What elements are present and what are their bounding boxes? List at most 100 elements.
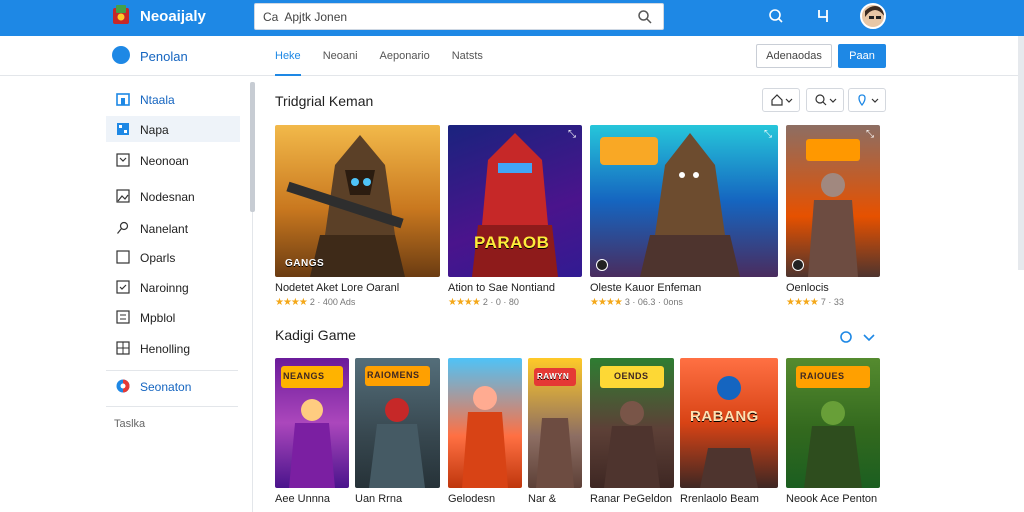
expand-icon[interactable]: ⤡ <box>866 129 874 140</box>
square-icon <box>116 250 130 264</box>
search-input[interactable] <box>263 9 623 25</box>
game-art-image <box>600 133 740 277</box>
rating-stars: ★★★★ 2 · 400 Ads <box>275 297 356 308</box>
primary-button[interactable]: Paan <box>838 44 886 68</box>
tab-aeponario[interactable]: Aeponario <box>380 36 430 76</box>
avatar[interactable] <box>860 3 886 29</box>
game-card[interactable]: RAIOUES <box>786 358 880 488</box>
rating-stars: ★★★★ 7 · 33 <box>786 297 844 308</box>
card-meta: 2 · 0 · 80 <box>482 297 519 307</box>
sidebar-item-mpblol[interactable]: Mpblol <box>106 304 240 330</box>
app-logo-icon[interactable] <box>110 3 134 27</box>
home-icon <box>771 94 793 106</box>
card-title: Nodetet Aket Lore Oaranl <box>275 282 400 294</box>
top-bar: Neoaijaly <box>0 0 1024 36</box>
game-card[interactable] <box>448 358 522 488</box>
card-title: Oleste Kauor Enfeman <box>590 282 702 294</box>
sidebar-item-label: Neonoan <box>140 154 189 168</box>
card-title: Neook Ace Penton <box>786 493 878 505</box>
card-badge: OENDS <box>614 371 649 381</box>
card-badge: PARAOB <box>474 233 550 252</box>
table-icon <box>116 341 130 355</box>
sidebar-item-ntaala[interactable]: Ntaala <box>106 86 240 112</box>
publisher-icon <box>596 259 608 271</box>
card-badge: RAIOUES <box>800 371 845 381</box>
search-bar[interactable] <box>254 3 664 30</box>
game-art-image <box>472 133 558 277</box>
sidebar: Ntaala Napa Neonoan Nodesnan Nanelant Op… <box>106 84 242 512</box>
check-box-icon <box>116 280 130 294</box>
section-brand: Penolan <box>140 49 188 64</box>
card-badge: RAWYN <box>537 372 570 381</box>
tab-home[interactable]: Heke <box>275 36 301 76</box>
card-title: Oenlocis <box>786 282 829 294</box>
tab-bar: Heke Neoani Aeponario Natsts <box>275 36 505 76</box>
card-title: Nar & <box>528 493 557 505</box>
sidebar-item-label: Nodesnan <box>140 190 195 204</box>
tab-natsts[interactable]: Natsts <box>452 36 483 76</box>
sidebar-item-label: Henolling <box>140 342 191 356</box>
card-badge: RAIOMENS <box>367 370 420 380</box>
section-title-featured: Kadigi Game <box>275 327 356 343</box>
divider <box>106 370 238 371</box>
sidebar-item-label: Mpblol <box>140 311 176 325</box>
sidebar-item-napa[interactable]: Napa <box>106 116 240 142</box>
divider <box>106 406 238 407</box>
section-title-trending: Tridgrial Keman <box>275 93 374 109</box>
sidebar-item-neonoan[interactable]: Neonoan <box>106 147 240 173</box>
game-card[interactable]: RABANG <box>680 358 778 488</box>
sidebar-item-oparls[interactable]: Oparls <box>106 244 240 270</box>
game-card[interactable]: RAWYN <box>528 358 582 488</box>
expand-icon[interactable]: ⤡ <box>764 129 772 140</box>
publisher-icon <box>792 259 804 271</box>
tab-neoani[interactable]: Neoani <box>323 36 358 76</box>
game-card[interactable]: ⤡ <box>786 125 880 277</box>
game-art-image <box>462 386 508 488</box>
location-filter-button[interactable] <box>848 88 886 112</box>
outline-button[interactable]: Adenaodas <box>756 44 832 68</box>
filter-button[interactable] <box>762 88 800 112</box>
search-icon[interactable] <box>767 7 785 25</box>
list-box-icon <box>116 310 130 324</box>
sidebar-item-label: Oparls <box>140 251 176 265</box>
card-title: Ranar PeGeldon <box>590 493 672 505</box>
game-card[interactable]: GANGS <box>275 125 440 277</box>
sidebar-item-label: Nanelant <box>140 222 189 236</box>
page-scrollbar[interactable] <box>1018 36 1024 270</box>
divider <box>252 212 253 512</box>
game-art-image <box>286 135 405 277</box>
game-card[interactable]: ⤡ <box>590 125 778 277</box>
globe-icon <box>116 379 130 393</box>
refresh-icon[interactable] <box>840 331 852 343</box>
sidebar-item-nodesnan[interactable]: Nodesnan <box>106 183 240 209</box>
chevron-down-icon[interactable] <box>862 333 876 343</box>
sidebar-item-naroinng[interactable]: Naroinng <box>106 274 240 300</box>
search-filter-button[interactable] <box>806 88 844 112</box>
card-meta: 7 · 33 <box>820 297 844 307</box>
sidebar-item-label: Seonaton <box>140 380 192 394</box>
game-card[interactable]: OENDS <box>590 358 674 488</box>
share-icon[interactable] <box>815 7 833 25</box>
sidebar-item-label: Ntaala <box>140 93 175 107</box>
image-icon <box>116 189 130 203</box>
sidebar-scrollbar[interactable] <box>250 82 255 212</box>
sidebar-item-seonaton[interactable]: Seonaton <box>106 373 240 399</box>
game-card[interactable]: PARAOB ⤡ <box>448 125 582 277</box>
card-badge: NEANGS <box>283 371 325 381</box>
card-meta: 3 · 06.3 · 0ons <box>624 297 683 307</box>
search-icon[interactable] <box>637 9 653 25</box>
card-badge: RABANG <box>690 408 759 425</box>
card-title: Ation to Sae Nontiand <box>448 282 556 294</box>
sidebar-item-label: Napa <box>140 123 169 137</box>
card-title: Gelodesn <box>448 493 496 505</box>
expand-icon[interactable]: ⤡ <box>568 129 576 140</box>
game-art-image <box>806 139 860 277</box>
brand-icon <box>112 46 130 64</box>
game-card[interactable]: NEANGS <box>275 358 349 488</box>
app-title: Neoaijaly <box>140 8 206 25</box>
sidebar-item-nanelant[interactable]: Nanelant <box>106 215 240 241</box>
sidebar-item-henolling[interactable]: Henolling <box>106 335 240 361</box>
rating-stars: ★★★★ 2 · 0 · 80 <box>448 297 519 308</box>
game-card[interactable]: RAIOMENS <box>355 358 440 488</box>
sidebar-footer: Taslka <box>114 418 146 430</box>
